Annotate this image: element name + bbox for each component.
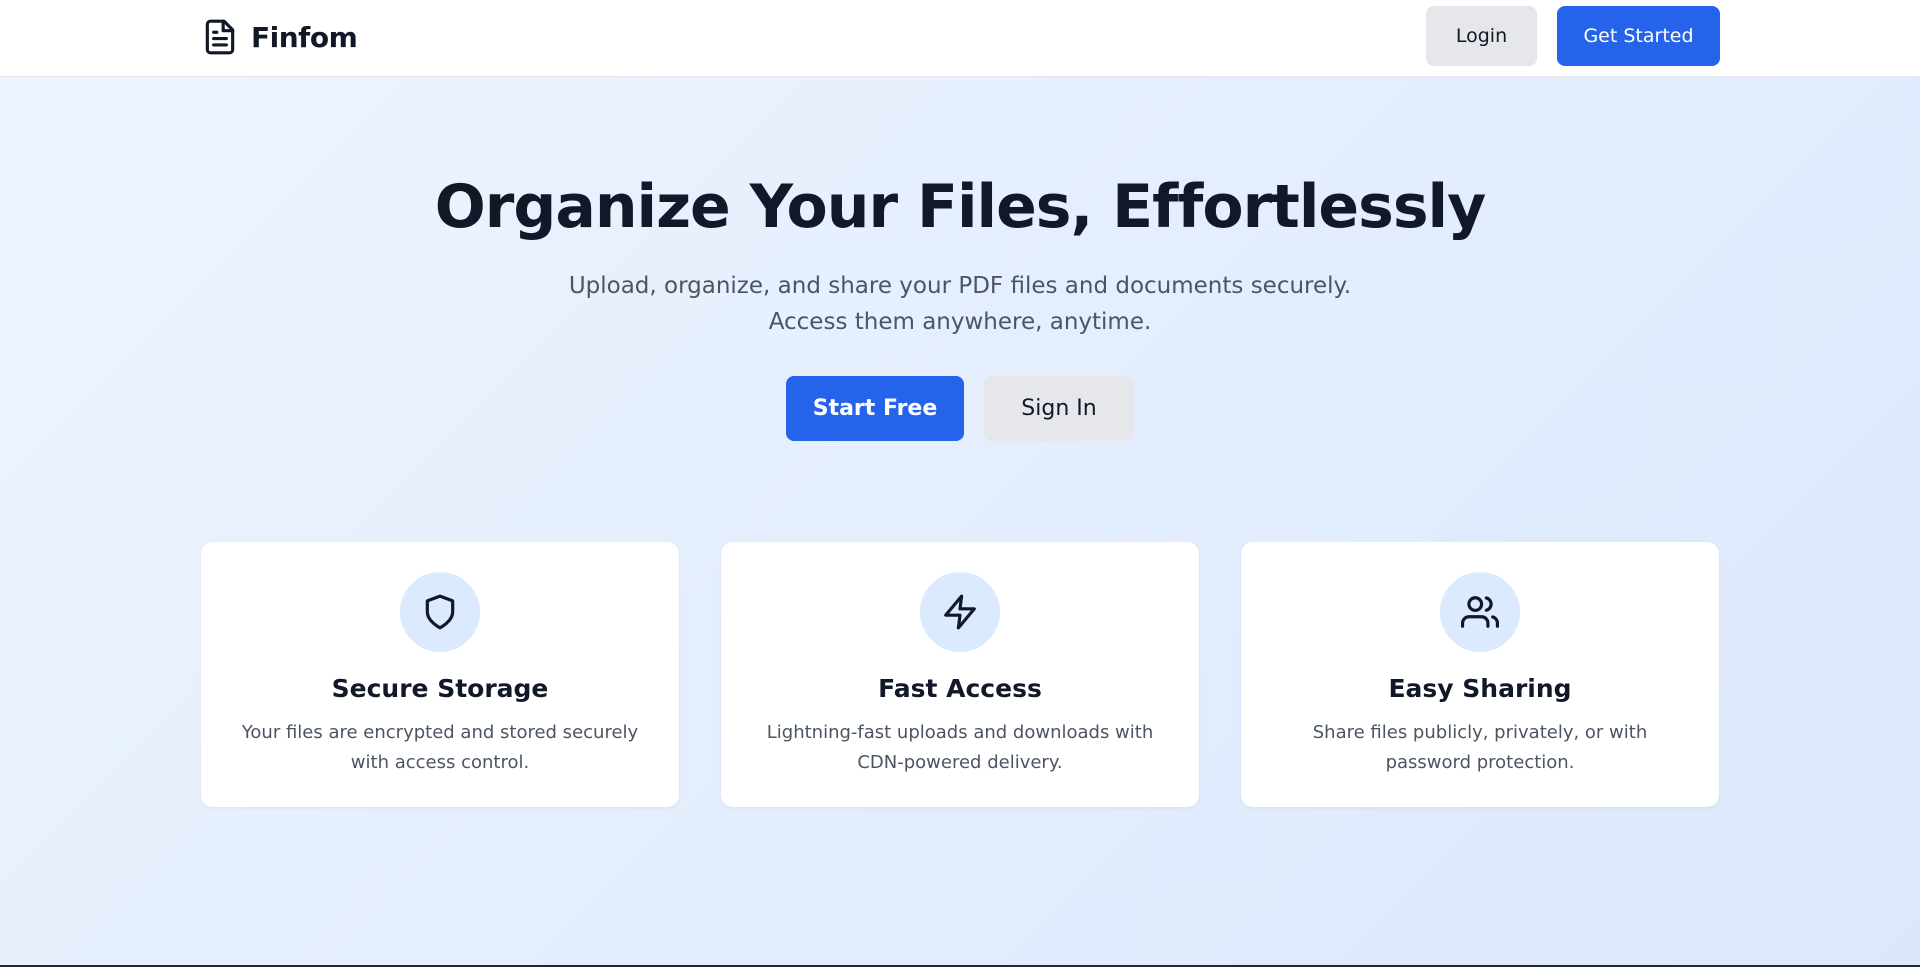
feature-card-secure-storage: Secure Storage Your files are encrypted … bbox=[201, 542, 679, 807]
feature-title: Easy Sharing bbox=[1388, 674, 1572, 703]
top-nav: Finfom Login Get Started bbox=[0, 0, 1920, 77]
login-button[interactable]: Login bbox=[1426, 6, 1537, 66]
feature-icon-badge bbox=[400, 572, 480, 652]
file-text-icon bbox=[205, 19, 235, 55]
users-icon bbox=[1461, 596, 1499, 628]
feature-description: Share files publicly, privately, or with… bbox=[1312, 722, 1648, 773]
start-free-button[interactable]: Start Free bbox=[786, 376, 964, 441]
feature-description: Lightning-fast uploads and downloads wit… bbox=[766, 722, 1154, 773]
lightning-bolt-icon bbox=[944, 594, 976, 630]
hero-title: Organize Your Files, Effortlessly bbox=[434, 172, 1486, 242]
feature-description: Your files are encrypted and stored secu… bbox=[241, 722, 639, 773]
hero-subtitle: Upload, organize, and share your PDF fil… bbox=[568, 273, 1352, 335]
get-started-button[interactable]: Get Started bbox=[1557, 6, 1720, 66]
sign-in-button[interactable]: Sign In bbox=[984, 376, 1134, 441]
feature-title: Fast Access bbox=[878, 674, 1042, 703]
landing-page: Finfom Login Get Started Organize Your F… bbox=[0, 0, 1920, 967]
shield-icon bbox=[425, 594, 455, 630]
feature-icon-badge bbox=[920, 572, 1000, 652]
feature-card-fast-access: Fast Access Lightning-fast uploads and d… bbox=[721, 542, 1199, 807]
brand-name: Finfom bbox=[251, 20, 358, 54]
feature-icon-badge bbox=[1440, 572, 1520, 652]
feature-card-easy-sharing: Easy Sharing Share files publicly, priva… bbox=[1241, 542, 1719, 807]
feature-title: Secure Storage bbox=[331, 674, 549, 703]
brand-logo[interactable]: Finfom bbox=[201, 16, 358, 58]
